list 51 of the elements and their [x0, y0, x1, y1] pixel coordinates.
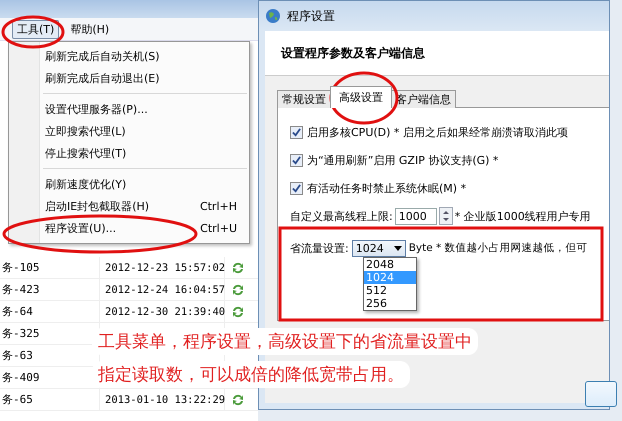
dropdown-field[interactable]: 1024: [352, 240, 406, 256]
annotation-ellipse: [330, 72, 398, 124]
refresh-icon: [231, 260, 245, 274]
caret-icon: [394, 246, 402, 250]
globe-icon: [265, 8, 281, 24]
menu-item[interactable]: 程序设置(U)...: [45, 220, 200, 236]
refresh-icon: [231, 304, 245, 318]
dropdown-option[interactable]: 2048: [364, 258, 416, 271]
dropdown-option[interactable]: 256: [364, 297, 416, 310]
shortcut-text: Ctrl+U: [200, 222, 237, 234]
field-label: 自定义最高线程上限:: [290, 208, 393, 224]
checkbox[interactable]: [290, 182, 303, 194]
spinner-arrows-icon[interactable]: [438, 207, 453, 225]
task-time: 2013-01-10 13:22:29: [105, 394, 226, 406]
menu-item[interactable]: 刷新速度优化(Y): [45, 176, 237, 192]
shortcut-text: Ctrl+H: [200, 200, 237, 212]
menu-item[interactable]: 刷新完成后自动退出(E): [45, 70, 237, 86]
task-name: 务-65: [0, 389, 100, 410]
task-name: 务-105: [0, 257, 100, 278]
dropdown-option[interactable]: 512: [364, 284, 416, 297]
task-name: 务-423: [0, 279, 100, 300]
task-time: 2012-12-23 15:57:02: [105, 262, 226, 274]
dialog-heading: 设置程序参数及客户端信息: [281, 44, 425, 62]
option-label: 启用多核CPU(D) * 启用之后如果经常崩溃请取消此项: [307, 124, 568, 140]
checkbox[interactable]: [290, 154, 303, 166]
dialog-button[interactable]: [585, 381, 617, 407]
field-label: 省流量设置:: [290, 240, 349, 256]
task-time: 2012-12-24 16:04:57: [105, 284, 226, 296]
menu-item[interactable]: 启动IE封包截取器(H): [45, 198, 200, 214]
tab[interactable]: 常规设置: [277, 90, 331, 108]
annotation-text: 工具菜单，程序设置，高级设置下的省流量设置中: [92, 328, 478, 355]
menu-item[interactable]: 立即搜索代理(L): [45, 124, 237, 138]
menu-title[interactable]: 工具(T): [12, 20, 60, 38]
task-time: 2012-12-30 21:39:40: [105, 306, 226, 318]
tab[interactable]: 高级设置: [330, 86, 392, 108]
note-text: * 企业版1000线程用户专用: [454, 208, 591, 224]
checkbox[interactable]: [290, 126, 303, 138]
refresh-icon: [231, 392, 245, 406]
number-field[interactable]: 1000: [394, 208, 437, 224]
dialog-title: 程序设置: [287, 8, 335, 24]
refresh-icon: [231, 282, 245, 296]
menu-item[interactable]: 停止搜索代理(T): [45, 146, 237, 160]
annotation-text: 指定读取数，可以成倍的降低宽带占用。: [92, 361, 410, 388]
menu-item[interactable]: 刷新完成后自动关机(S): [45, 48, 237, 64]
annotation-ellipse: [2, 16, 64, 48]
note-text: Byte * 数值越小占用网速越低，但可: [408, 241, 588, 255]
option-label: 有活动任务时禁止系统休眠(M) *: [307, 180, 466, 196]
task-name: 务-64: [0, 301, 100, 322]
menu-title[interactable]: 帮助(H): [65, 20, 114, 38]
option-label: 为“通用刷新”启用 GZIP 协议支持(G) *: [307, 152, 498, 168]
menu-item[interactable]: 设置代理服务器(P)...: [45, 102, 237, 116]
